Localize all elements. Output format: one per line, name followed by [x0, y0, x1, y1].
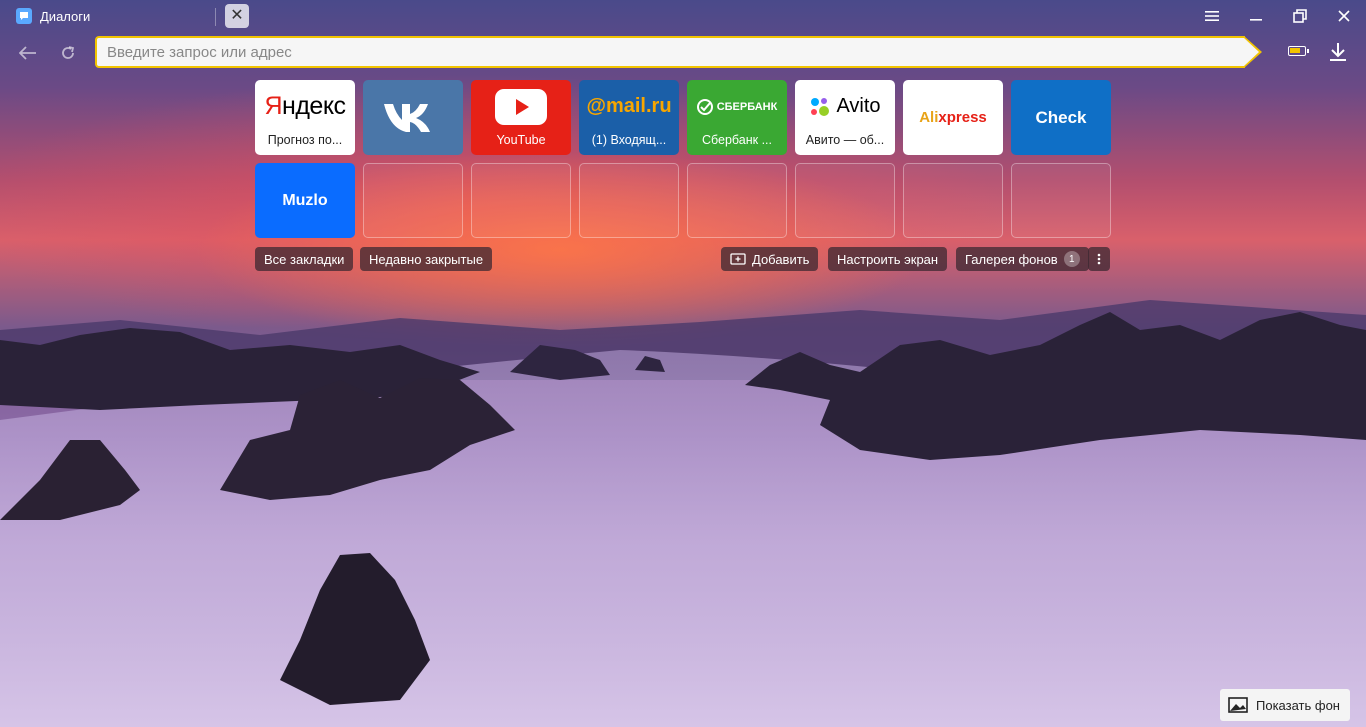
tile-vk[interactable] [363, 80, 463, 155]
recently-closed-label: Недавно закрытые [369, 251, 484, 267]
show-background-button[interactable]: Показать фон [1220, 689, 1350, 721]
muzlo-logo-text: Muzlo [282, 191, 328, 209]
address-bar[interactable] [95, 36, 1245, 68]
tile-empty[interactable] [471, 163, 571, 238]
tile-empty[interactable] [363, 163, 463, 238]
gallery-count-badge: 1 [1063, 251, 1080, 267]
tile-caption: Прогноз по... [267, 133, 343, 147]
tile-empty[interactable] [1011, 163, 1111, 238]
close-tab-icon[interactable]: ✕ [225, 4, 249, 28]
image-icon [1228, 697, 1248, 713]
youtube-logo [471, 80, 571, 133]
tile-aliexpress[interactable]: Alixpress [903, 80, 1003, 155]
tile-caption: YouTube [496, 133, 546, 147]
address-input[interactable] [107, 43, 1245, 61]
sberbank-logo-text: СБЕРБАНК [716, 100, 778, 113]
tile-youtube[interactable]: YouTube [471, 80, 571, 155]
tile-caption: Сбербанк ... [701, 133, 773, 147]
tab-divider [215, 8, 216, 26]
sberbank-logo: СБЕРБАНК [687, 80, 787, 133]
add-icon [730, 253, 746, 265]
background-landscape [0, 300, 1366, 727]
aliexpress-logo: Alixpress [903, 80, 1003, 155]
back-arrow-icon[interactable] [14, 40, 42, 66]
check-logo-text: Check [1035, 107, 1087, 127]
hamburger-menu-icon[interactable] [1198, 4, 1226, 28]
tile-yandex[interactable]: Яндекс Прогноз по... [255, 80, 355, 155]
tile-empty[interactable] [795, 163, 895, 238]
muzlo-logo: Muzlo [255, 163, 355, 238]
tile-caption: (1) Входящ... [591, 133, 667, 147]
more-options-icon[interactable] [1088, 247, 1110, 271]
download-icon[interactable] [1326, 40, 1350, 64]
tile-mailru[interactable]: @mail.ru (1) Входящ... [579, 80, 679, 155]
avito-logo: Avito [795, 80, 895, 133]
mailru-logo-text: @mail.ru [586, 95, 672, 117]
add-tile-button[interactable]: Добавить [721, 247, 819, 271]
tile-empty[interactable] [579, 163, 679, 238]
tile-muzlo[interactable]: Muzlo [255, 163, 355, 238]
chat-bubble-icon [16, 8, 32, 24]
background-scene [0, 0, 1366, 727]
yandex-logo-rest: ндекс [282, 92, 346, 120]
close-window-icon[interactable] [1330, 4, 1358, 28]
tab-title: Диалоги [40, 8, 91, 24]
background-gallery-label: Галерея фонов [965, 251, 1058, 267]
tile-sberbank[interactable]: СБЕРБАНК Сбербанк ... [687, 80, 787, 155]
tile-empty[interactable] [903, 163, 1003, 238]
tile-check[interactable]: Check [1011, 80, 1111, 155]
tile-empty[interactable] [687, 163, 787, 238]
show-background-label: Показать фон [1256, 697, 1340, 713]
vk-logo [363, 80, 463, 155]
yandex-logo: Яндекс [255, 80, 355, 133]
avito-logo-text: Avito [836, 95, 881, 117]
tile-caption: Авито — об... [805, 133, 885, 147]
mailru-logo: @mail.ru [579, 80, 679, 133]
address-bar-tip-inner [1244, 38, 1259, 66]
background-gallery-button[interactable]: Галерея фонов 1 [956, 247, 1089, 271]
title-bar: Диалоги ✕ [0, 0, 1366, 32]
aliexpress-logo-text: Alixpress [919, 109, 987, 126]
tile-avito[interactable]: Avito Авито — об... [795, 80, 895, 155]
yandex-logo-letter: Я [264, 92, 283, 120]
add-tile-label: Добавить [752, 251, 810, 267]
tab-dialogs[interactable]: Диалоги [16, 6, 90, 26]
recently-closed-button[interactable]: Недавно закрытые [360, 247, 493, 271]
customize-screen-button[interactable]: Настроить экран [828, 247, 948, 271]
battery-saver-icon[interactable] [1288, 46, 1309, 56]
all-bookmarks-button[interactable]: Все закладки [255, 247, 354, 271]
minimize-icon[interactable] [1242, 4, 1270, 28]
reload-icon[interactable] [54, 40, 82, 66]
avito-dots-icon [811, 97, 830, 116]
check-logo: Check [1011, 80, 1111, 155]
all-bookmarks-label: Все закладки [264, 251, 345, 267]
customize-screen-label: Настроить экран [837, 251, 939, 267]
restore-icon[interactable] [1286, 4, 1314, 28]
sberbank-icon [696, 98, 713, 115]
